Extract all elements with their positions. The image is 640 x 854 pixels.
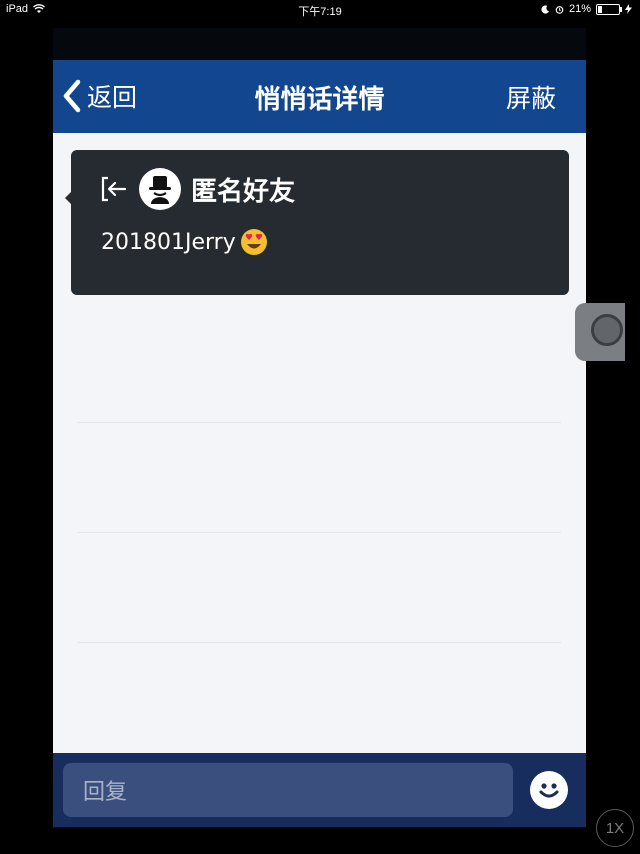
- divider: [78, 422, 561, 423]
- status-bar: iPad 下午7:19 21%: [0, 0, 640, 20]
- exit-icon[interactable]: [99, 174, 129, 204]
- app-screen: 返回 悄悄话详情 屏蔽 匿名好友 201801Jerry 回复: [53, 60, 586, 827]
- anonymous-avatar-icon: [139, 168, 181, 210]
- divider: [78, 532, 561, 533]
- message-content: 201801Jerry: [101, 228, 268, 256]
- message-text: 201801Jerry: [101, 229, 236, 255]
- reply-input[interactable]: 回复: [63, 763, 513, 817]
- sender-name: 匿名好友: [191, 176, 296, 207]
- reply-bar: 回复: [53, 753, 586, 827]
- nav-bar: 返回 悄悄话详情 屏蔽: [53, 60, 586, 133]
- alarm-icon: [555, 5, 564, 14]
- block-button[interactable]: 屏蔽: [506, 79, 556, 115]
- assistive-touch-dot: [591, 314, 623, 346]
- zoom-badge[interactable]: 1X: [596, 809, 634, 847]
- battery-icon: [596, 3, 622, 15]
- divider: [78, 642, 561, 643]
- heart-eyes-emoji: [240, 229, 267, 255]
- smiley-icon: [539, 783, 559, 798]
- message-card: 匿名好友 201801Jerry: [65, 150, 569, 295]
- battery-percent: 21%: [568, 3, 591, 15]
- charging-icon: [625, 4, 632, 14]
- assistive-touch-button[interactable]: [575, 303, 625, 361]
- status-right: 21%: [541, 3, 632, 15]
- moon-icon: [541, 4, 550, 14]
- emoji-button[interactable]: [530, 771, 568, 809]
- message-header: 匿名好友: [99, 168, 295, 210]
